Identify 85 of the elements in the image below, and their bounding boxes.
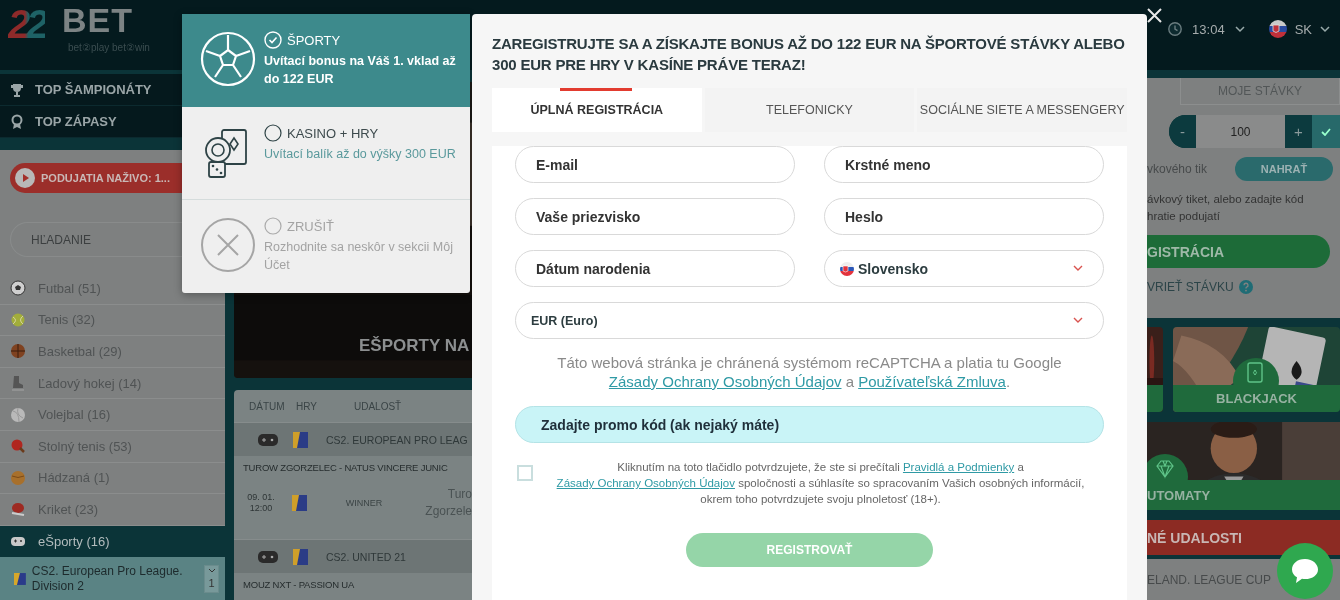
league-logo-icon <box>292 547 309 566</box>
caret-icon <box>1234 25 1245 33</box>
chevron-icon <box>207 567 216 573</box>
league-logo-icon <box>292 430 309 449</box>
banner-title: EŠPORTY NA <box>359 336 470 356</box>
radio-icon[interactable] <box>264 124 282 142</box>
league-name: CS2. EUROPEAN PRO LEAG <box>326 433 468 446</box>
radio-icon[interactable] <box>264 217 282 235</box>
chevron-icon <box>1073 317 1083 324</box>
league-logo-icon <box>291 494 308 512</box>
language-dropdown[interactable]: SK <box>1264 20 1334 38</box>
soccer-ball-icon <box>200 31 256 87</box>
bonus-option[interactable]: KASINO + HRY Uvítací balík až do výšky 300 EUR <box>182 107 470 200</box>
casino-tile[interactable]: BLACKJACK <box>1173 327 1340 412</box>
password-field[interactable]: Heslo <box>824 198 1104 235</box>
basketball-icon <box>10 343 26 360</box>
league-name: CS2. European Pro League. Division 2 <box>31 563 184 594</box>
option-description: Rozhodnite sa neskôr v sekcii Môj Účet <box>264 239 454 274</box>
league-item[interactable]: CS2. European Pro League. Division 2 1 <box>0 557 225 600</box>
input-field[interactable]: E-mail <box>515 146 795 183</box>
casino-tile[interactable]: UTOMATY <box>1147 422 1340 510</box>
volleyball-icon <box>10 406 26 423</box>
option-title: KASINO + HRY <box>287 125 379 141</box>
register-button[interactable]: GISTRÁCIA <box>1147 235 1330 268</box>
chevron-icon <box>1073 265 1083 272</box>
flag-icon <box>1268 20 1287 38</box>
clock-icon <box>1168 22 1183 36</box>
tile-label-bar <box>1147 385 1163 412</box>
confirm-button[interactable] <box>1312 115 1340 148</box>
speech-bubble-icon <box>1290 557 1320 585</box>
tennis-ball-icon <box>10 311 26 328</box>
column-header: UDALOSŤ <box>354 400 402 412</box>
tile-label: UTOMATY <box>1147 480 1340 510</box>
recaptcha-note: Táto webová stránka je chránená systémom reCAPTCHA a platia tu Google Zásady Ochrany Osobných Údajov a Používateľská Zmluva. <box>556 353 1063 391</box>
match-time: 12:00 <box>249 503 273 514</box>
text-link[interactable]: Zásady Ochrany Osobných Údajov <box>608 373 842 390</box>
paddle-icon <box>10 438 26 455</box>
currency-select[interactable]: EUR (Euro) <box>515 302 1104 339</box>
promo-code-toggle[interactable]: Zadajte promo kód (ak nejaký máte) <box>515 406 1104 443</box>
league-name: CS2. UNITED 21 <box>326 550 406 563</box>
cancel-icon <box>200 217 256 273</box>
column-header: HRY <box>296 400 318 412</box>
play-icon <box>15 168 35 188</box>
caret-icon <box>1320 25 1330 33</box>
option-title: ŠPORTY <box>287 32 341 48</box>
upload-button[interactable]: NAHRAŤ <box>1235 157 1333 181</box>
stake-input[interactable]: 100 <box>1196 115 1285 148</box>
soccer-ball-icon <box>10 280 26 297</box>
market-label: WINNER <box>344 498 384 508</box>
gamepad-icon <box>257 432 279 447</box>
match-date: 09. 01. <box>247 492 275 503</box>
option-description: Uvítací bonus na Váš 1. vklad až do 122 EUR <box>264 53 457 88</box>
text-link[interactable]: Pravidlá a Podmienky <box>902 461 1015 473</box>
dialog-title: ZAREGISTRUJTE SA A ZÍSKAJTE BONUS AŽ DO 122 EUR NA ŠPORTOVÉ STÁVKY ALEBO 300 EUR PRE HRY V KASÍNE PRÁVE TERAZ! <box>492 34 1126 75</box>
country-select[interactable]: Slovensko <box>824 250 1104 287</box>
sport-item[interactable]: eŠporty (16) <box>0 525 225 558</box>
input-field[interactable]: Krstné meno <box>824 146 1104 183</box>
event-count: 1 <box>208 577 215 590</box>
tab[interactable]: ÚPLNÁ REGISTRÁCIA <box>492 88 702 132</box>
check-bet-link[interactable]: VRIEŤ STÁVKU <box>1147 280 1234 294</box>
time-dropdown[interactable]: 13:04 <box>1188 21 1249 37</box>
consent-text: Kliknutím na toto tlačidlo potvrdzujete, že ste si prečítali Pravidlá a Podmienky a Zásady Ochrany Osobných Údajov spoločnosti a súhlasíte so spracovaním Vašich osobných informácií, okrem toho potvrdzujete svoju plnoletosť (18+). <box>555 460 1086 507</box>
input-field[interactable]: Vaše priezvisko <box>515 198 795 235</box>
text-link[interactable]: Používateľská Zmluva <box>858 373 1006 390</box>
option-description: Uvítací balík až do výšky 300 EUR <box>264 146 456 163</box>
hint-text: hratie podujatí <box>1147 209 1221 224</box>
close-icon[interactable] <box>1147 8 1162 23</box>
tile-label: BLACKJACK <box>1173 385 1340 412</box>
section-header: NÉ UDALOSTI <box>1147 520 1340 555</box>
gamepad-icon <box>257 549 279 564</box>
medal-icon <box>9 113 25 130</box>
cricket-ball-icon <box>10 501 26 518</box>
input-field[interactable]: Dátum narodenia <box>515 250 795 287</box>
check-icon <box>1321 127 1331 136</box>
checkbox[interactable] <box>517 465 533 481</box>
bonus-option[interactable]: ŠPORTY Uvítací bonus na Váš 1. vklad až do 122 EUR <box>182 14 470 107</box>
upload-label: vkového tik <box>1147 162 1209 176</box>
option-title: ZRUŠIŤ <box>287 218 334 234</box>
column-header: DÁTUM <box>249 400 286 412</box>
skate-icon <box>10 375 26 392</box>
handball-icon <box>10 469 26 486</box>
trophy-icon <box>9 81 25 98</box>
hint-text: ávkový tiket, alebo zadajte kód <box>1147 192 1305 207</box>
text-link[interactable]: Zásady Ochrany Osobných Údajov <box>556 477 735 489</box>
flag-icon <box>840 261 854 276</box>
